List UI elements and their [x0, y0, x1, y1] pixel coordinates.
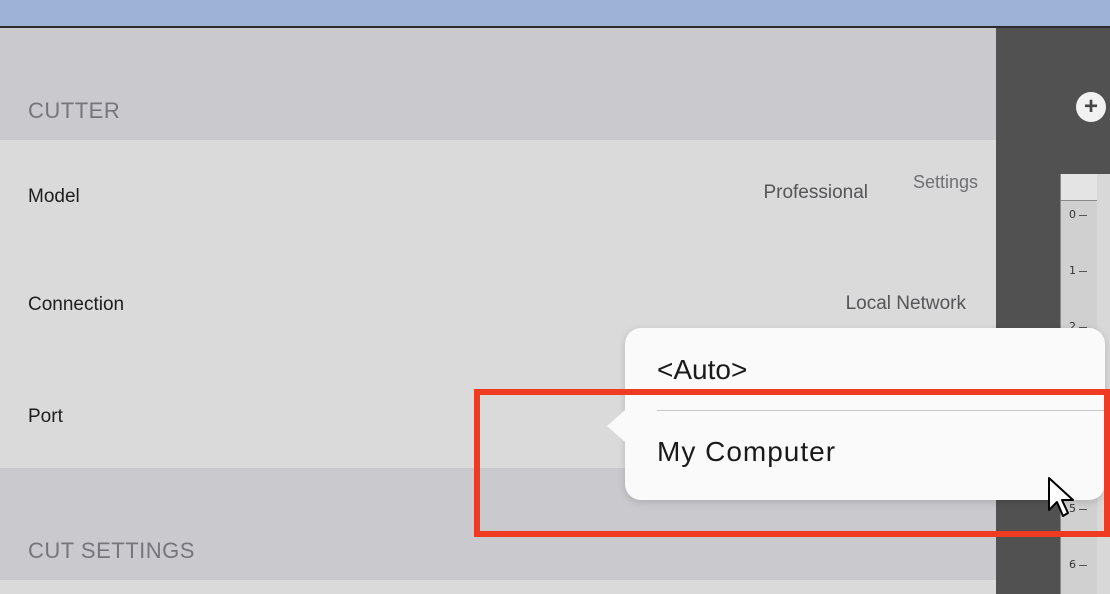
port-option-auto[interactable]: <Auto>: [657, 354, 747, 386]
port-label: Port: [28, 406, 63, 427]
ruler-tick: 6: [1069, 558, 1087, 571]
model-value[interactable]: Professional: [763, 182, 868, 204]
ruler-header: [1061, 174, 1097, 201]
connection-value[interactable]: Local Network: [846, 293, 966, 315]
ruler-tick: 1: [1069, 264, 1087, 277]
cut-settings-body: [0, 580, 996, 594]
plus-circle-icon[interactable]: +: [1076, 92, 1106, 122]
connection-label: Connection: [28, 294, 125, 315]
mouse-pointer-icon: [1048, 477, 1074, 517]
ruler-tick: 0: [1069, 208, 1087, 221]
model-settings-link[interactable]: Settings: [913, 172, 978, 193]
cutter-section-title: CUTTER: [28, 98, 121, 123]
model-label: Model: [28, 186, 80, 207]
cut-settings-section-title: CUT SETTINGS: [28, 538, 195, 563]
highlight-box: [474, 389, 1110, 537]
window-title-bar: [0, 0, 1110, 28]
